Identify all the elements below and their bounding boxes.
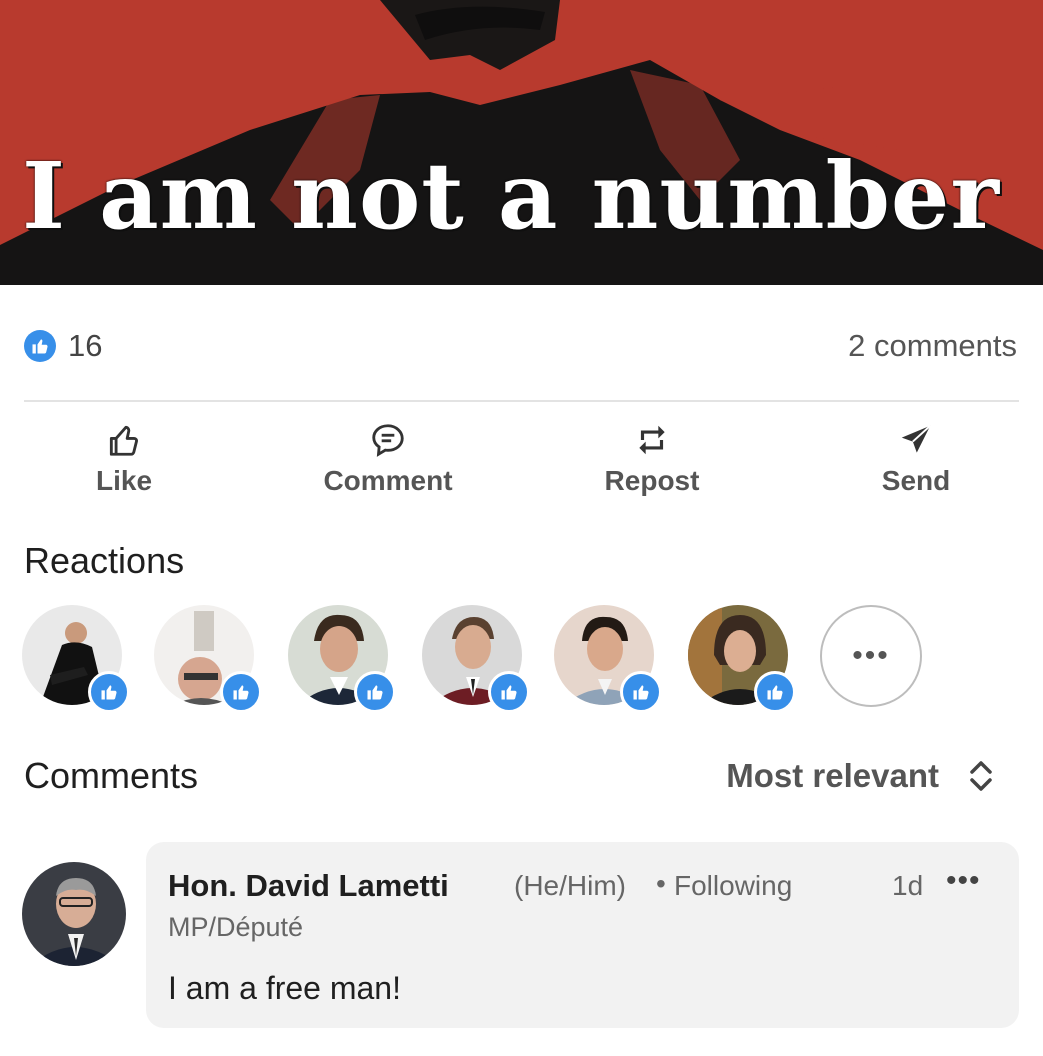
- paper-plane-icon: [901, 425, 931, 453]
- like-reaction-icon: [24, 330, 56, 362]
- thumbs-up-outline-icon: [109, 425, 138, 456]
- following-status: Following: [674, 870, 793, 901]
- divider: [24, 400, 1019, 402]
- post-image[interactable]: I am not a number: [0, 0, 1043, 285]
- likes-count[interactable]: 16: [24, 328, 102, 364]
- comment-button[interactable]: Comment: [288, 415, 488, 505]
- more-reactions-button[interactable]: •••: [820, 605, 922, 707]
- comment-text: I am a free man!: [168, 970, 401, 1006]
- repost-button[interactable]: Repost: [552, 415, 752, 505]
- like-button[interactable]: Like: [24, 415, 224, 505]
- comment-author-name[interactable]: Hon. David Lametti: [168, 868, 449, 904]
- reactor-avatar[interactable]: [688, 605, 796, 713]
- comment-author-headline: MP/Député: [168, 912, 304, 942]
- reactor-avatar[interactable]: [22, 605, 130, 713]
- comment-button-label: Comment: [323, 465, 453, 496]
- sort-comments-dropdown[interactable]: Most relevant: [726, 756, 995, 796]
- reactor-avatar[interactable]: [554, 605, 662, 713]
- post-image-caption: I am not a number: [22, 142, 1000, 250]
- social-counts: 16 2 comments: [0, 300, 1043, 390]
- commenter-avatar[interactable]: [22, 862, 126, 966]
- like-reaction-icon: [354, 671, 396, 713]
- like-reaction-icon: [488, 671, 530, 713]
- speech-bubble-icon: [372, 424, 404, 457]
- reactions-title: Reactions: [24, 540, 185, 581]
- comments-count[interactable]: 2 comments: [848, 328, 1017, 364]
- repost-arrows-icon: [639, 425, 665, 455]
- reactor-avatar[interactable]: [422, 605, 530, 713]
- send-button[interactable]: Send: [816, 415, 1016, 505]
- comment-author-pronouns: (He/Him): [514, 870, 626, 901]
- comment-more-options-button[interactable]: •••: [946, 864, 981, 898]
- separator-dot: •: [656, 868, 666, 899]
- likes-count-text: 16: [68, 328, 103, 363]
- reactions-row: •••: [22, 605, 1022, 715]
- comment-bubble: Hon. David Lametti (He/Him) • Following …: [146, 842, 1019, 1028]
- like-reaction-icon: [220, 671, 262, 713]
- sort-label: Most relevant: [726, 757, 939, 794]
- sort-chevrons-icon: [970, 761, 992, 791]
- action-bar: Like Comment Repost Send: [0, 415, 1043, 510]
- like-reaction-icon: [88, 671, 130, 713]
- repost-button-label: Repost: [604, 465, 700, 496]
- reactor-avatar[interactable]: [154, 605, 262, 713]
- like-button-label: Like: [95, 465, 153, 496]
- like-reaction-icon: [620, 671, 662, 713]
- send-button-label: Send: [881, 465, 951, 496]
- comments-title: Comments: [24, 755, 199, 796]
- reactor-avatar[interactable]: [288, 605, 396, 713]
- like-reaction-icon: [754, 671, 796, 713]
- comment-timestamp: 1d: [892, 870, 924, 901]
